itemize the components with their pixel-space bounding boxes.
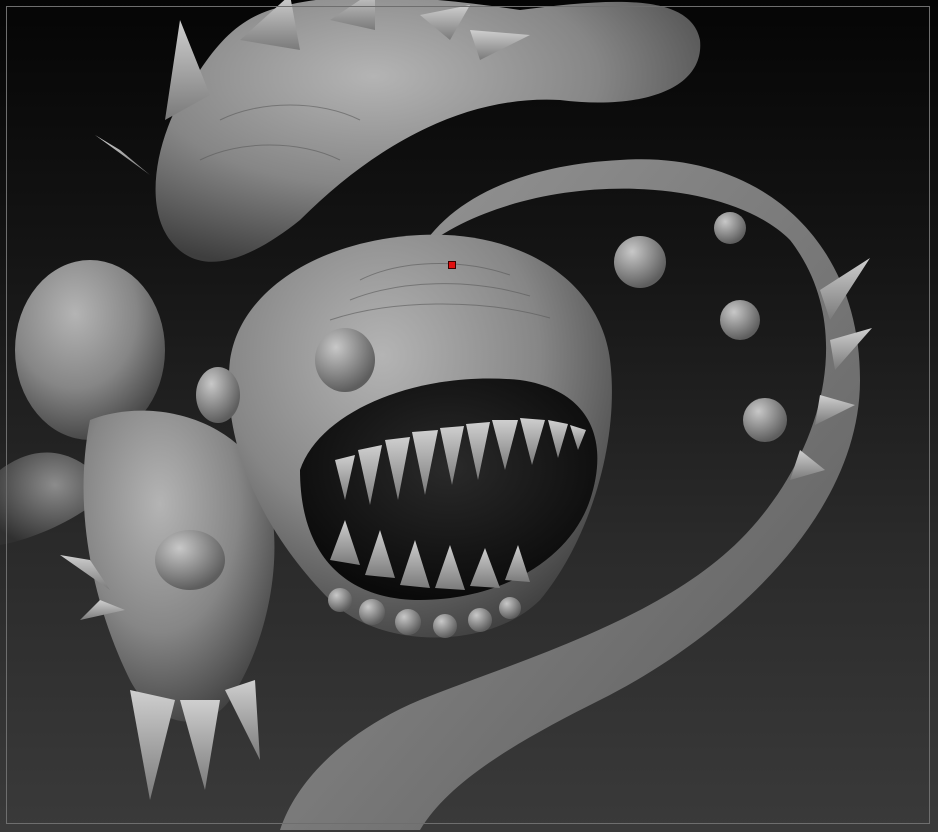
sculpt-viewport[interactable] — [0, 0, 938, 832]
sculpt-model[interactable] — [0, 0, 938, 832]
pivot-marker[interactable] — [448, 261, 456, 269]
